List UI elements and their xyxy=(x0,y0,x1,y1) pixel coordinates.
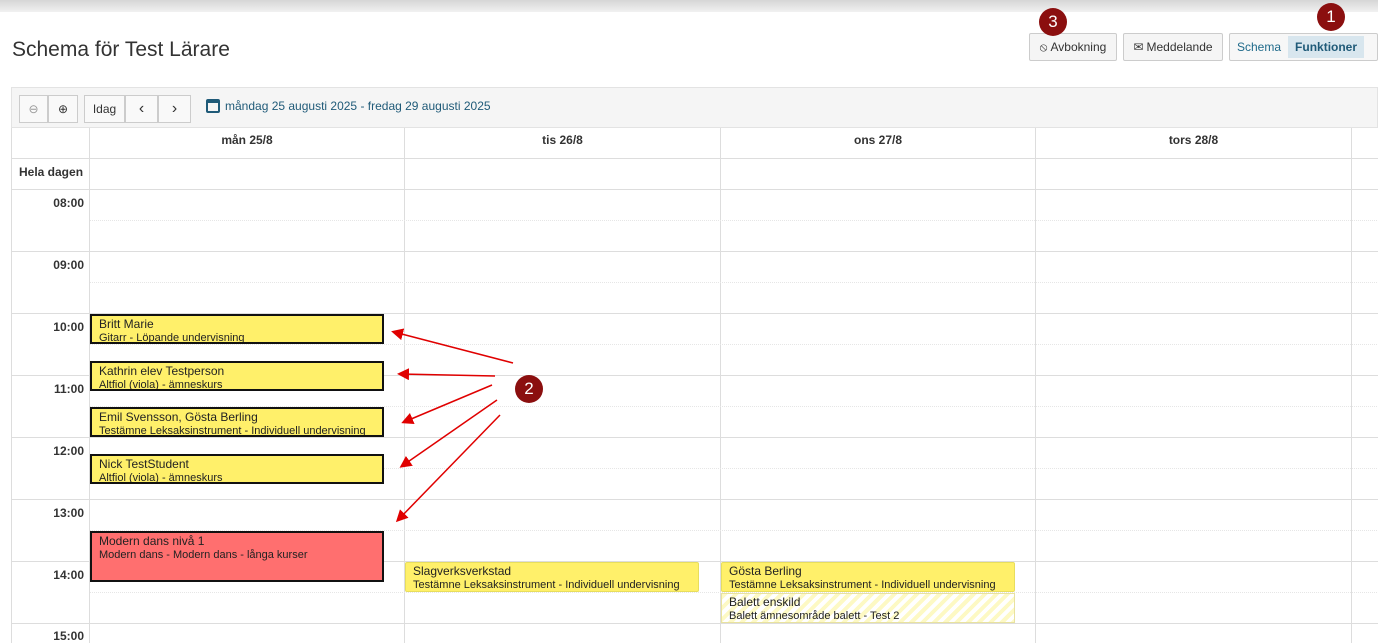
tab-funktioner[interactable]: Funktioner xyxy=(1288,36,1365,58)
day-header-thu[interactable]: tors 28/8 xyxy=(1036,133,1351,147)
date-range-picker[interactable]: måndag 25 augusti 2025 - fredag 29 augus… xyxy=(206,99,491,113)
grid-row-line xyxy=(12,189,1378,190)
time-label: 08:00 xyxy=(53,196,84,210)
chevron-left-icon: ‹ xyxy=(138,100,145,117)
time-label: 10:00 xyxy=(53,320,84,334)
day-header-tue[interactable]: tis 26/8 xyxy=(405,133,720,147)
day-header-wed[interactable]: ons 27/8 xyxy=(721,133,1035,147)
event-title: Nick TestStudent xyxy=(99,457,189,471)
meddelande-button[interactable]: ✉ Meddelande xyxy=(1123,33,1223,61)
envelope-icon: ✉ xyxy=(1133,40,1144,54)
grid-halfhour-line xyxy=(90,220,1378,221)
event-subtitle: Altfiol (viola) - ämneskurs xyxy=(99,379,223,391)
calendar-event[interactable]: Modern dans nivå 1 Modern dans - Modern … xyxy=(90,531,384,582)
day-header-mon[interactable]: mån 25/8 xyxy=(90,133,404,147)
calendar-event[interactable]: Slagverksverkstad Testämne Leksaksinstru… xyxy=(405,562,699,592)
avbokning-label: Avbokning xyxy=(1050,40,1107,54)
browser-top-strip xyxy=(0,0,1378,12)
event-subtitle: Testämne Leksaksinstrument - Individuell… xyxy=(413,579,680,591)
event-title: Britt Marie xyxy=(99,317,154,331)
today-button[interactable]: Idag xyxy=(84,95,125,123)
event-subtitle: Gitarr - Löpande undervisning xyxy=(99,332,245,344)
grid-row-line xyxy=(12,623,1378,624)
annotation-badge-2: 2 xyxy=(515,375,543,403)
page-title: Schema för Test Lärare xyxy=(12,38,230,61)
date-range-label: måndag 25 augusti 2025 - fredag 29 augus… xyxy=(225,99,491,113)
view-switcher: Schema Funktioner xyxy=(1229,33,1378,61)
ban-icon: ⦸ xyxy=(1039,39,1048,54)
event-subtitle: Testämne Leksaksinstrument - Individuell… xyxy=(99,425,366,437)
calendar-event[interactable]: Nick TestStudent Altfiol (viola) - ämnes… xyxy=(90,454,384,484)
calendar-event[interactable]: Gösta Berling Testämne Leksaksinstrument… xyxy=(721,562,1015,592)
event-title: Kathrin elev Testperson xyxy=(99,364,225,378)
calendar-event[interactable]: Britt Marie Gitarr - Löpande undervisnin… xyxy=(90,314,384,344)
event-title: Emil Svensson, Gösta Berling xyxy=(99,410,258,424)
tab-schema[interactable]: Schema xyxy=(1230,36,1288,58)
next-button[interactable]: › xyxy=(158,95,191,123)
time-label: 13:00 xyxy=(53,506,84,520)
annotation-badge-1: 1 xyxy=(1317,3,1345,31)
meddelande-label: Meddelande xyxy=(1146,40,1213,54)
time-label: 15:00 xyxy=(53,629,84,643)
grid-col-line xyxy=(1035,128,1036,643)
zoom-in-button[interactable]: ⊕ xyxy=(48,95,78,123)
annotation-badge-3: 3 xyxy=(1039,8,1067,36)
avbokning-button[interactable]: ⦸ Avbokning xyxy=(1029,33,1117,61)
event-subtitle: Balett ämnesområde balett - Test 2 xyxy=(729,610,900,622)
event-subtitle: Altfiol (viola) - ämneskurs xyxy=(99,472,223,484)
allday-label: Hela dagen xyxy=(19,165,84,179)
time-label: 11:00 xyxy=(53,382,84,396)
event-title: Gösta Berling xyxy=(729,564,802,578)
calendar-icon xyxy=(206,99,220,113)
grid-row-line xyxy=(12,437,1378,438)
event-subtitle: Testämne Leksaksinstrument - Individuell… xyxy=(729,579,996,591)
zoom-out-icon: ⊖ xyxy=(28,102,39,116)
calendar-event[interactable]: Kathrin elev Testperson Altfiol (viola) … xyxy=(90,361,384,391)
prev-button[interactable]: ‹ xyxy=(125,95,158,123)
event-title: Modern dans nivå 1 xyxy=(99,534,205,548)
calendar-event[interactable]: Balett enskild Balett ämnesområde balett… xyxy=(721,593,1015,623)
event-subtitle: Modern dans - Modern dans - långa kurser xyxy=(99,549,308,561)
time-label: 09:00 xyxy=(53,258,84,272)
grid-halfhour-line xyxy=(90,344,1378,345)
grid-col-line xyxy=(1351,128,1352,643)
event-title: Slagverksverkstad xyxy=(413,564,512,578)
week-calendar-grid: mån 25/8 tis 26/8 ons 27/8 tors 28/8 Hel… xyxy=(11,128,1378,643)
grid-row-line xyxy=(12,499,1378,500)
event-title: Balett enskild xyxy=(729,595,801,609)
calendar-event[interactable]: Emil Svensson, Gösta Berling Testämne Le… xyxy=(90,407,384,437)
time-label: 14:00 xyxy=(53,568,84,582)
zoom-out-button[interactable]: ⊖ xyxy=(19,95,48,123)
grid-halfhour-line xyxy=(90,282,1378,283)
grid-row-line xyxy=(12,251,1378,252)
grid-row-line xyxy=(12,158,1378,159)
chevron-right-icon: › xyxy=(171,100,178,117)
time-label: 12:00 xyxy=(53,444,84,458)
zoom-in-icon: ⊕ xyxy=(57,102,69,116)
